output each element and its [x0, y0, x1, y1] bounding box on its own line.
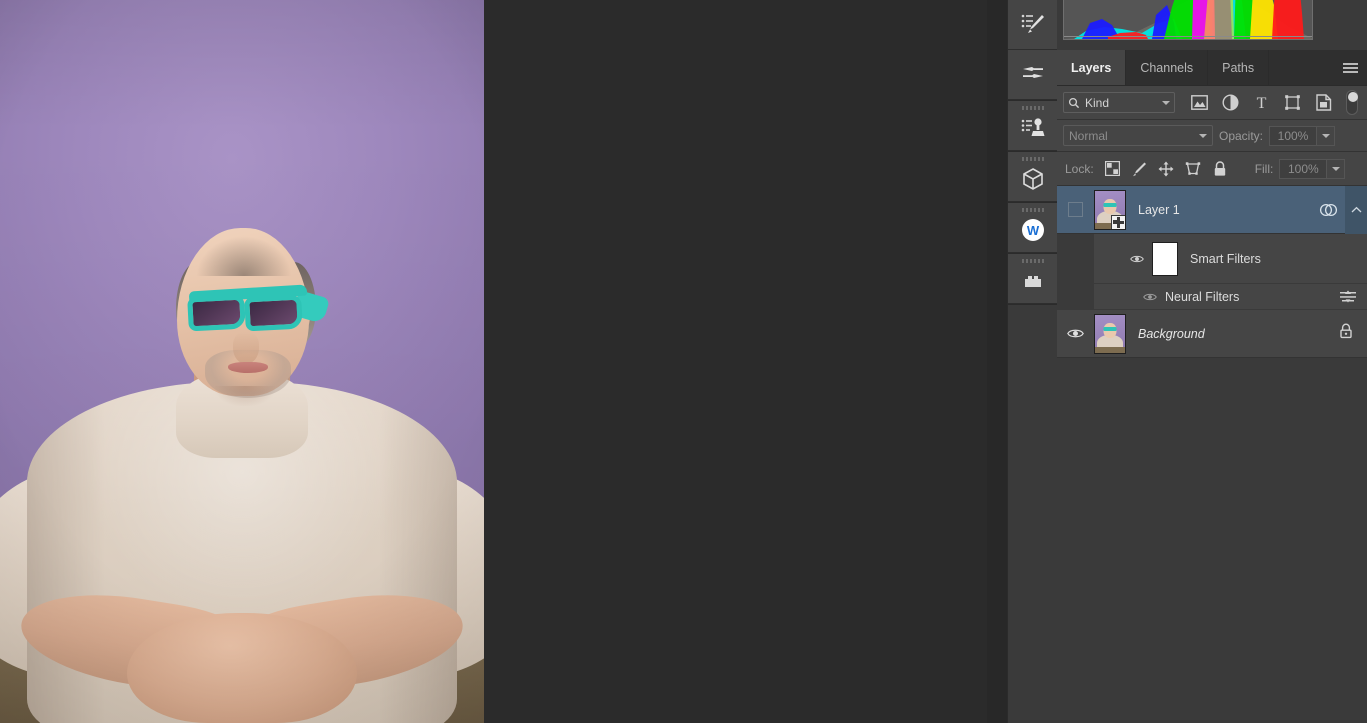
text-t-icon[interactable]: T: [1253, 94, 1270, 111]
layer-name[interactable]: Layer 1: [1138, 203, 1180, 217]
lock-label: Lock:: [1065, 161, 1094, 176]
lock-buttons[interactable]: [1104, 160, 1229, 177]
portrait-photo: [0, 0, 484, 723]
opacity-label: Opacity:: [1219, 128, 1264, 143]
photoshop-window: W Layers Channels Paths Kind T Normal Op…: [0, 0, 1367, 723]
filter-sliders-icon[interactable]: [1339, 290, 1357, 303]
eye-icon: [1130, 255, 1144, 262]
blend-mode-bar[interactable]: Normal Opacity: 100%: [1057, 120, 1367, 152]
hamburger-menu-icon: [1342, 61, 1358, 75]
clone-stamp-icon: [1021, 118, 1045, 136]
smart-filter-row[interactable]: Neural Filters: [1057, 284, 1367, 310]
cube-icon: [1023, 168, 1043, 190]
neural-filters-label[interactable]: Neural Filters: [1165, 290, 1239, 304]
eye-off-icon: [1068, 202, 1083, 217]
chevron-down-icon: [1331, 166, 1340, 171]
toolbox-icon: [1025, 276, 1041, 287]
layer-filter-bar[interactable]: Kind T: [1057, 86, 1367, 120]
smart-filters-visibility-toggle[interactable]: [1130, 254, 1144, 264]
panel-grip[interactable]: [1022, 106, 1044, 110]
layer-visibility-toggle[interactable]: [1057, 202, 1094, 217]
sidebar-item-3d[interactable]: [1008, 152, 1058, 202]
lock-bar[interactable]: Lock: Fill: 100%: [1057, 152, 1367, 186]
svg-text:T: T: [1257, 95, 1267, 111]
image-icon[interactable]: [1191, 94, 1208, 111]
fill-control[interactable]: 100%: [1279, 158, 1346, 179]
fill-value[interactable]: 100%: [1279, 158, 1328, 179]
layer-row-actions[interactable]: [1339, 323, 1353, 344]
fill-label: Fill:: [1254, 161, 1274, 176]
filter-kind-label: Kind: [1085, 95, 1110, 110]
opacity-stepper[interactable]: [1317, 125, 1336, 146]
layer-row-actions[interactable]: [1317, 185, 1367, 234]
image-canvas[interactable]: [0, 0, 484, 723]
blend-mode-select[interactable]: Normal: [1063, 125, 1213, 146]
filter-kind-select[interactable]: Kind: [1063, 92, 1175, 113]
sidebar-item-brush-settings[interactable]: [1008, 50, 1058, 100]
checkerboard-icon[interactable]: [1104, 160, 1121, 177]
svg-text:W: W: [1027, 223, 1040, 238]
opacity-value[interactable]: 100%: [1269, 125, 1318, 146]
eye-icon: [1067, 329, 1084, 338]
table-row[interactable]: Layer 1: [1057, 185, 1367, 234]
filter-toggle-switch[interactable]: [1346, 90, 1358, 115]
histogram-graph: [1063, 0, 1313, 40]
layer-thumbnail[interactable]: [1094, 189, 1126, 230]
brush-icon[interactable]: [1131, 160, 1148, 177]
sidebar-item-brush-presets[interactable]: [1008, 0, 1058, 50]
dock-divider: [1008, 304, 1057, 305]
histogram-baseline: [1064, 36, 1312, 37]
tab-paths[interactable]: Paths: [1208, 50, 1270, 85]
smart-object-badge: [1111, 214, 1125, 229]
collapsed-panel-dock[interactable]: W: [1007, 0, 1058, 723]
sidebar-item-clone-source[interactable]: [1008, 101, 1058, 151]
sidebar-item-library[interactable]: [1008, 254, 1058, 304]
lock-icon[interactable]: [1212, 160, 1229, 177]
chevron-down-icon: [1199, 133, 1207, 138]
fill-stepper[interactable]: [1327, 158, 1346, 179]
layer-collapse-button[interactable]: [1345, 185, 1367, 234]
photo-vignette: [0, 0, 484, 723]
layers-list[interactable]: Layer 1 Smart Filters Neural Filters Bac…: [1057, 185, 1367, 723]
histogram-curves: [1064, 0, 1312, 39]
chevron-up-icon: [1351, 206, 1361, 212]
lock-icon[interactable]: [1339, 323, 1353, 344]
panel-menu-button[interactable]: [1333, 50, 1367, 85]
chevron-down-icon: [1162, 100, 1170, 105]
blend-mode-value: Normal: [1069, 128, 1108, 143]
tab-channels[interactable]: Channels: [1126, 50, 1209, 85]
sidebar-item-wacom[interactable]: W: [1008, 203, 1058, 253]
opacity-control[interactable]: 100%: [1269, 125, 1336, 146]
right-panel-column: Layers Channels Paths Kind T Normal Opac…: [1057, 0, 1367, 723]
smart-object-icon[interactable]: [1315, 94, 1332, 111]
layer-visibility-toggle[interactable]: [1057, 328, 1094, 339]
panel-grip[interactable]: [1022, 157, 1044, 161]
brush-settings-icon: [1023, 66, 1043, 78]
list-brush-icon: [1021, 14, 1044, 33]
tab-layers[interactable]: Layers: [1057, 50, 1127, 85]
wacom-w-icon: W: [1022, 219, 1044, 241]
document-area[interactable]: [0, 0, 987, 723]
layer-name[interactable]: Background: [1138, 327, 1205, 341]
smart-filters-group-row[interactable]: Smart Filters: [1057, 234, 1367, 284]
half-circle-icon[interactable]: [1222, 94, 1239, 111]
layer-type-filters[interactable]: T: [1191, 94, 1332, 111]
search-icon: [1068, 97, 1080, 108]
neural-filter-visibility-toggle[interactable]: [1143, 292, 1157, 302]
histogram-panel[interactable]: [1057, 0, 1367, 50]
table-row[interactable]: Background: [1057, 310, 1367, 358]
panel-grip[interactable]: [1022, 259, 1044, 263]
artboard-icon[interactable]: [1185, 160, 1202, 177]
smart-filters-icon[interactable]: [1317, 202, 1339, 218]
panel-grip[interactable]: [1022, 208, 1044, 212]
shape-bounds-icon[interactable]: [1284, 94, 1301, 111]
eye-icon: [1143, 293, 1157, 300]
chevron-down-icon: [1321, 133, 1330, 138]
layer-thumbnail[interactable]: [1094, 313, 1126, 354]
move-arrows-icon[interactable]: [1158, 160, 1175, 177]
panel-tab-bar[interactable]: Layers Channels Paths: [1057, 50, 1367, 86]
smart-filter-mask-thumbnail[interactable]: [1152, 241, 1178, 276]
smart-filters-label: Smart Filters: [1190, 251, 1261, 266]
